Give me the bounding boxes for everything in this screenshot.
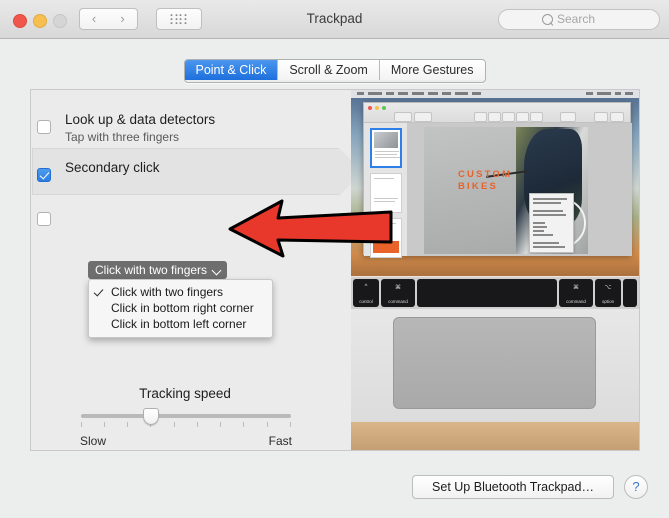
preview-document-canvas: CUSTOM BIKES <box>408 123 632 256</box>
option-key-symbol: ⌥ <box>604 285 612 291</box>
preview-macbook-body <box>351 309 639 422</box>
preview-trackpad <box>393 317 596 409</box>
annotation-arrow-icon <box>228 199 393 258</box>
tab-scroll-and-zoom[interactable]: Scroll & Zoom <box>278 60 380 80</box>
menu-item-click-bottom-left[interactable]: Click in bottom left corner <box>89 316 272 332</box>
preview-pages-window: CUSTOM BIKES <box>363 102 632 258</box>
gesture-preview-video: CUSTOM BIKES ^ control ⌘ command ⌘ comma… <box>351 90 639 450</box>
preview-app-toolbar <box>364 103 630 123</box>
menu-item-label: Click with two fingers <box>111 285 224 299</box>
menu-item-label: Click in bottom right corner <box>111 301 254 315</box>
menu-item-click-bottom-right[interactable]: Click in bottom right corner <box>89 300 272 316</box>
preview-desktop: CUSTOM BIKES <box>351 90 639 295</box>
preview-heading-line2: BIKES <box>458 181 499 192</box>
popup-button-label: Click with two fingers <box>95 263 208 277</box>
option-subtitle: Tap with three fingers <box>65 130 180 144</box>
arrow-key <box>623 279 637 307</box>
preview-thumb <box>370 128 402 168</box>
option-title: Look up & data detectors <box>65 112 216 127</box>
menu-item-click-two-fingers[interactable]: Click with two fingers <box>89 284 272 300</box>
preview-menubar <box>351 90 639 98</box>
command-key-symbol: ⌘ <box>395 285 401 291</box>
preview-desk-surface <box>351 422 639 450</box>
preview-document-page: CUSTOM BIKES <box>424 127 588 254</box>
window-titlebar: ‹ › Trackpad Search <box>0 0 669 39</box>
menu-item-label: Click in bottom left corner <box>111 317 247 331</box>
tab-bar: Point & Click Scroll & Zoom More Gesture… <box>183 59 486 83</box>
preview-keyboard-row: ^ control ⌘ command ⌘ command ⌥ option <box>351 277 639 309</box>
checkbox-look-up-data-detectors[interactable] <box>37 120 51 134</box>
settings-panel: Look up & data detectors Tap with three … <box>30 89 640 451</box>
set-up-bluetooth-trackpad-button[interactable]: Set Up Bluetooth Trackpad… <box>412 475 614 499</box>
secondary-click-popup-button[interactable]: Click with two fingers <box>88 261 228 279</box>
tracking-speed-label: Tracking speed <box>139 386 231 401</box>
tracking-speed-slider[interactable]: Slow Fast <box>80 408 292 448</box>
command-key-symbol: ⌘ <box>573 285 579 291</box>
command-key-label: command <box>388 299 408 304</box>
option-key-label: option <box>601 299 615 304</box>
preview-heading-line1: CUSTOM <box>458 169 513 180</box>
search-icon <box>542 14 553 25</box>
trackpad-preferences-window: ‹ › Trackpad Search Point & Click Scroll… <box>0 0 669 518</box>
option-title: Secondary click <box>65 160 160 175</box>
help-button[interactable]: ? <box>624 475 648 499</box>
slider-max-label: Fast <box>268 434 292 448</box>
slider-track <box>81 414 291 418</box>
tab-point-and-click[interactable]: Point & Click <box>184 60 279 80</box>
slider-ticks <box>81 422 291 428</box>
tab-more-gestures[interactable]: More Gestures <box>379 60 485 80</box>
checkbox-secondary-click[interactable] <box>37 168 51 182</box>
slider-min-label: Slow <box>80 434 107 448</box>
secondary-click-dropdown-menu: Click with two fingers Click in bottom r… <box>88 279 273 338</box>
control-key-label: control <box>359 299 373 304</box>
chevron-down-icon <box>211 265 222 276</box>
control-key-symbol: ^ <box>364 284 368 290</box>
preview-context-menu <box>529 193 574 253</box>
command-key-label: command <box>566 299 586 304</box>
checkmark-icon <box>93 286 104 297</box>
spacebar-key <box>417 279 557 307</box>
search-input[interactable]: Search <box>498 9 660 30</box>
slider-knob[interactable] <box>143 408 159 425</box>
search-placeholder: Search <box>557 12 596 26</box>
checkbox-third-option[interactable] <box>37 212 51 226</box>
